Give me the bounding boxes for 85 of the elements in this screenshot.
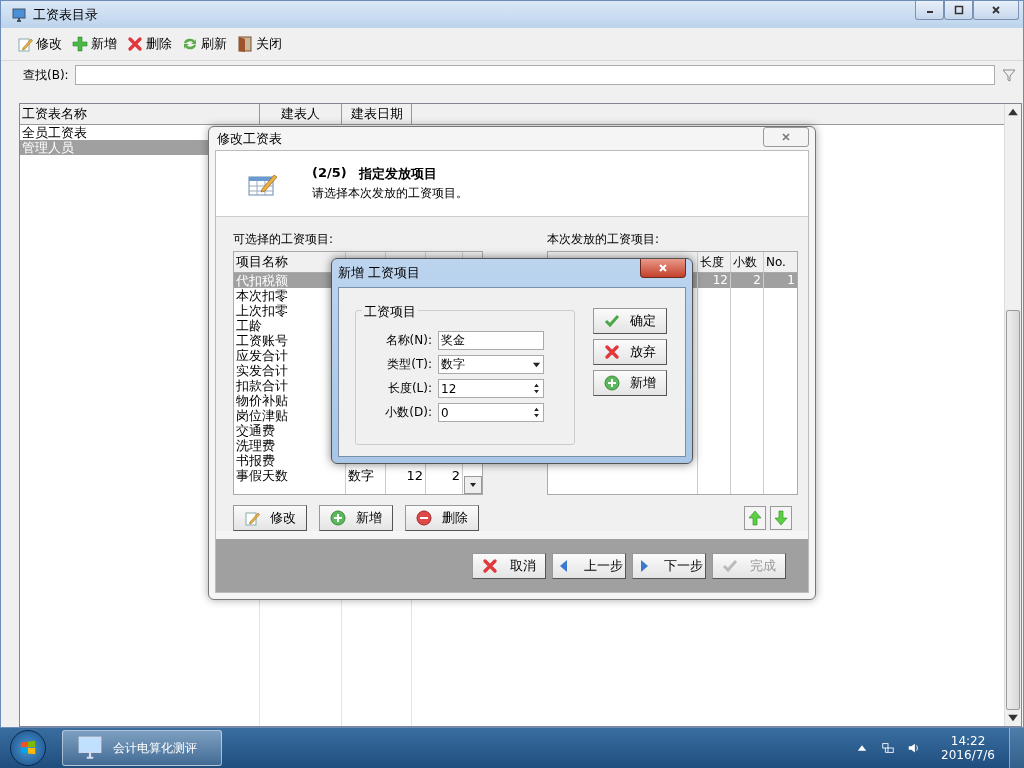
list-row[interactable]: 事假天数 数字 12 2 [234,468,463,483]
table-cell: 12 [698,273,731,288]
move-up-button[interactable] [744,506,766,530]
dialog-title: 修改工资表 [217,129,282,148]
step-heading: 指定发放项目 [358,165,437,183]
table-cell-text: 1 [786,273,796,288]
close-button[interactable] [973,1,1019,20]
minus-circle-icon [416,510,432,526]
list-button[interactable]: 删除 [405,505,479,531]
column-header[interactable]: 建表日期 [342,104,412,124]
scroll-down-button[interactable] [464,476,482,494]
list-button[interactable]: 新增 [319,505,393,531]
spin-field[interactable]: 0 [438,403,544,422]
plus-circle-icon [330,510,346,526]
nav-button[interactable]: 下一步 [632,552,706,579]
list-label: 本次发放的工资项目: [547,231,661,248]
check-icon [722,557,738,574]
network-icon[interactable] [881,741,896,755]
table-cell: 事假天数 [234,468,346,483]
close-button[interactable] [640,259,686,278]
toolbar-button[interactable]: 删除 [127,35,172,53]
toolbar-button[interactable]: 关闭 [237,35,282,53]
window-title: 工资表目录 [33,5,98,24]
list-label: 可选择的工资项目: [233,231,335,248]
nav-button[interactable]: 取消 [472,552,546,579]
dialog-button[interactable]: 新增 [593,370,667,396]
cross-icon [127,36,143,52]
door-icon [237,36,253,52]
clock[interactable]: 14:22 2016/7/6 [941,734,995,762]
taskbar-app-button[interactable]: 会计电算化测评 [62,730,222,766]
table-cell-text: 管理人员 [21,140,74,155]
close-icon [781,132,791,142]
column-header[interactable]: 小数 [731,252,764,272]
table-cell: 12 [386,468,426,483]
dialog-button[interactable]: 放弃 [593,339,667,365]
field-label: 名称(N): [384,332,432,349]
table-cell: 2 [731,273,764,288]
column-header[interactable]: No. [764,252,797,272]
cross-icon [604,344,620,360]
windows-logo-icon [19,739,37,757]
spin-arrows-icon [532,407,541,418]
move-down-button[interactable] [770,506,792,530]
column-header[interactable]: 长度 [698,252,731,272]
column-header[interactable]: 建表人 [260,104,342,124]
check-icon [604,313,620,329]
name-field[interactable]: 奖金 [438,331,544,350]
maximize-button[interactable] [944,1,973,20]
minimize-button[interactable] [915,1,944,20]
monitor-icon [11,6,27,23]
cross-icon [482,557,498,574]
group-title: 工资项目 [362,303,418,321]
maximize-icon [953,5,964,15]
toolbar-button[interactable]: 修改 [17,35,62,53]
plus-icon [72,36,88,52]
dialog-button[interactable]: 确定 [593,308,667,334]
field-label: 类型(T): [386,356,432,373]
table-cell: 数字 [346,468,386,483]
clock-time: 14:22 [950,734,986,748]
toolbar-button[interactable]: 新增 [72,35,117,53]
nav-button[interactable]: 上一步 [552,552,626,579]
column-header[interactable]: 工资表名称 [20,104,260,124]
monitor-icon [77,735,103,761]
field-label: 小数(D): [384,404,432,421]
clock-date: 2016/7/6 [941,748,995,762]
table-cell-text: 全员工资表 [21,125,87,140]
refresh-icon [182,36,198,52]
scrollbar[interactable] [1004,104,1021,726]
start-button[interactable] [10,730,46,766]
list-button[interactable]: 修改 [233,505,307,531]
table-cell: 2 [426,468,463,483]
type-dropdown[interactable]: 数字 [438,355,544,374]
pencil-icon [244,510,260,526]
field-label: 长度(L): [386,380,432,397]
step-description: 请选择本次发放的工资项目。 [312,185,468,202]
spin-field[interactable]: 12 [438,379,544,398]
toolbar-button[interactable]: 刷新 [182,35,227,53]
pencil-icon [17,36,33,52]
step-number: (2/5) [312,165,347,182]
spin-arrows-icon [532,383,541,394]
close-icon [991,5,1001,15]
search-field[interactable] [74,65,995,85]
close-icon [658,263,668,273]
plus-circle-icon [604,375,620,391]
table-row[interactable]: 全员工资表 [20,125,208,140]
search-label: 查找(B): [23,66,69,84]
